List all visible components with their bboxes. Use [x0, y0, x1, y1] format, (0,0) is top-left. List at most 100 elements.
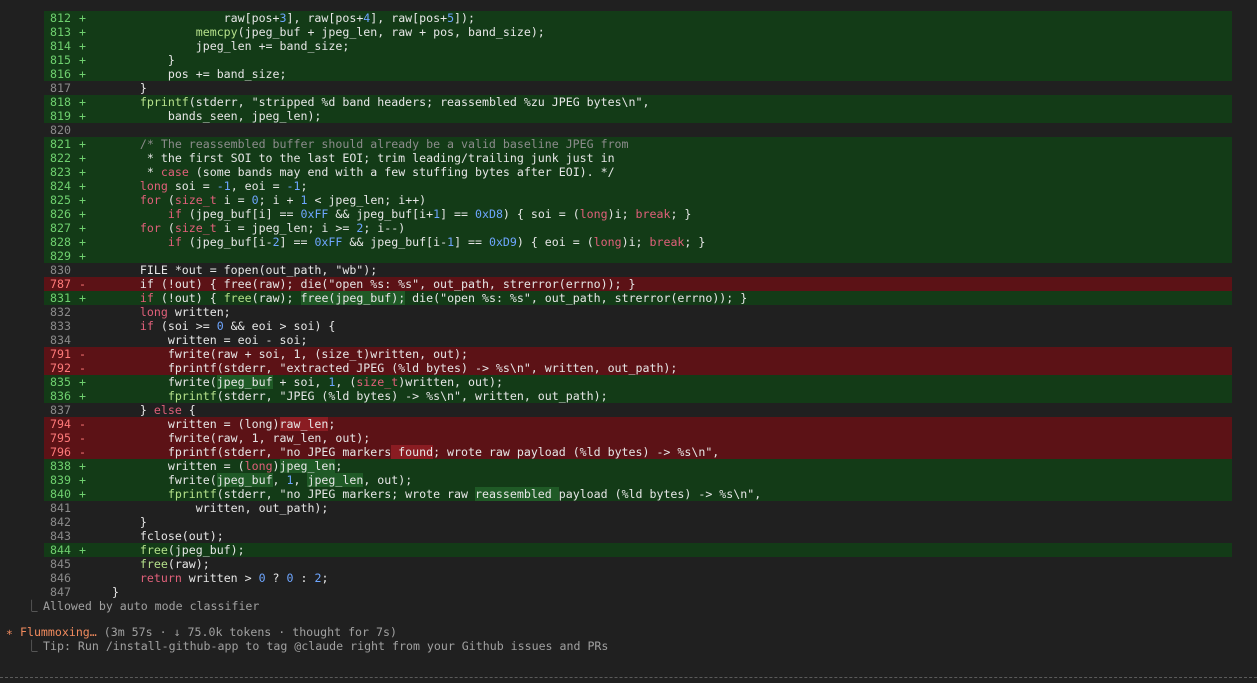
- code-token: )i;: [607, 207, 636, 221]
- diff-sign: +: [79, 151, 86, 165]
- line-number: 837: [50, 403, 71, 417]
- code-text: written = eoi - soi;: [99, 333, 1232, 347]
- code-token: size_t: [356, 375, 399, 389]
- code-text: }: [99, 81, 1232, 95]
- code-token: (stderr, "no JPEG markers; wrote raw: [216, 487, 475, 501]
- diff-sign: +: [79, 109, 86, 123]
- code-token: if: [167, 207, 182, 221]
- code-token: fprintf: [167, 389, 217, 403]
- code-text: raw[pos+3], raw[pos+4], raw[pos+5]);: [99, 11, 1232, 25]
- code-token: written, out_path);: [112, 501, 329, 515]
- input-divider: [0, 677, 1257, 679]
- code-text: fwrite(raw + soi, 1, (size_t)written, ou…: [99, 347, 1232, 361]
- code-text: fprintf(stderr, "JPEG (%ld bytes) -> %s\…: [99, 389, 1232, 403]
- code-token: && jpeg_buf[i+: [328, 207, 434, 221]
- code-token: 1: [300, 193, 308, 207]
- code-token: }: [112, 515, 147, 529]
- code-token: ; }: [684, 235, 706, 249]
- code-text: fwrite(jpeg_buf + soi, 1, (size_t)writte…: [99, 375, 1232, 389]
- code-text: pos += band_size;: [99, 67, 1232, 81]
- diff-sign: +: [79, 193, 86, 207]
- code-token: }: [112, 403, 154, 417]
- diff-line-added: 828 + if (jpeg_buf[i-2] == 0xFF && jpeg_b…: [44, 235, 1232, 249]
- code-text: return written > 0 ? 0 : 2;: [99, 571, 1232, 585]
- code-token: * the first SOI to the last EOI; trim le…: [112, 151, 615, 165]
- code-token: written >: [181, 571, 259, 585]
- code-token: bands_seen, jpeg_len);: [112, 109, 322, 123]
- code-token: ;: [300, 179, 308, 193]
- code-token: ], raw[pos+: [286, 11, 364, 25]
- line-number: 845: [50, 557, 71, 571]
- code-text: free(raw);: [99, 557, 1232, 571]
- code-token: jpeg_len += band_size;: [112, 39, 350, 53]
- code-text: if (jpeg_buf[i-2] == 0xFF && jpeg_buf[i-…: [99, 235, 1232, 249]
- diff-line-added: 831 + if (!out) { free(raw); free(jpeg_bu…: [44, 291, 1232, 305]
- diff-sign: [71, 557, 99, 571]
- tree-branch-icon: ⎿: [26, 639, 38, 653]
- code-token: (some bands may end with a few stuffing …: [188, 165, 615, 179]
- code-token: 0: [251, 193, 259, 207]
- permission-text: Allowed by auto mode classifier: [43, 599, 260, 613]
- diff-line-added: 827 + for (size_t i = jpeg_len; i >= 2; i…: [44, 221, 1232, 235]
- code-token: long: [244, 459, 273, 473]
- code-token: case: [160, 165, 189, 179]
- diff-line-added: 835 + fwrite(jpeg_buf + soi, 1, (size_t)w…: [44, 375, 1232, 389]
- code-token: fprintf: [167, 487, 217, 501]
- diff-line-removed: 787- if (!out) { free(raw); die("open %s…: [44, 277, 1232, 291]
- diff-sign: +: [79, 389, 86, 403]
- code-token: ], raw[pos+: [370, 11, 448, 25]
- diff-line-added: 813 + memcpy(jpeg_buf + jpeg_len, raw + p…: [44, 25, 1232, 39]
- code-token: ;: [335, 459, 343, 473]
- diff-sign: +: [79, 179, 86, 193]
- diff-sign: +: [79, 543, 86, 557]
- code-token: )i;: [621, 235, 650, 249]
- code-token: 0: [286, 571, 294, 585]
- tip-text: Tip: Run /install-github-app to tag @cla…: [43, 639, 609, 653]
- diff-sign: +: [79, 487, 86, 501]
- line-number: 832: [50, 305, 71, 319]
- code-token: fprintf: [139, 95, 189, 109]
- line-number: 838: [50, 459, 71, 473]
- code-token: (: [160, 221, 175, 235]
- code-text: /* The reassembled buffer should already…: [99, 137, 1232, 151]
- code-token: ?: [265, 571, 287, 585]
- code-token: found: [391, 445, 434, 459]
- diff-line-removed: 791- fwrite(raw + soi, 1, (size_t)writte…: [44, 347, 1232, 361]
- diff-sign: +: [79, 249, 86, 263]
- code-token: return: [139, 571, 182, 585]
- code-token: -1: [286, 179, 301, 193]
- diff-line-context: 820: [44, 123, 1232, 137]
- diff-sign: -: [79, 277, 86, 291]
- code-token: 0: [216, 319, 224, 333]
- code-token: }: [112, 81, 147, 95]
- code-token: if (!out) { free(raw); die("open %s: %s"…: [112, 277, 636, 291]
- permission-note: ⎿ Allowed by auto mode classifier: [0, 599, 259, 613]
- line-number: 836: [50, 389, 71, 403]
- code-token: free(jpeg_buf);: [300, 291, 406, 305]
- code-text: * case (some bands may end with a few st…: [99, 165, 1232, 179]
- code-token: (stderr, "stripped %d band headers; reas…: [188, 95, 650, 109]
- code-text: fprintf(stderr, "no JPEG markers found; …: [99, 445, 1232, 459]
- line-number: 815: [50, 53, 71, 67]
- code-text: }: [99, 53, 1232, 67]
- code-token: *: [112, 165, 161, 179]
- diff-line-added: 826 + if (jpeg_buf[i] == 0xFF && jpeg_buf…: [44, 207, 1232, 221]
- code-token: 2: [272, 235, 280, 249]
- diff-sign: +: [79, 375, 86, 389]
- line-number: 834: [50, 333, 71, 347]
- diff-sign: +: [79, 207, 86, 221]
- code-token: soi =: [167, 179, 217, 193]
- diff-view: 812 + raw[pos+3], raw[pos+4], raw[pos+5])…: [44, 11, 1232, 599]
- progress-line: ∗ Flummoxing… (3m 57s · ↓ 75.0k tokens ·…: [0, 625, 397, 639]
- code-text: for (size_t i = jpeg_len; i >= 2; i--): [99, 221, 1232, 235]
- line-number: 794: [50, 417, 71, 431]
- code-text: free(jpeg_buf);: [99, 543, 1232, 557]
- code-text: if (jpeg_buf[i] == 0xFF && jpeg_buf[i+1]…: [99, 207, 1232, 221]
- line-number: 828: [50, 235, 71, 249]
- code-token: written = eoi - soi;: [112, 333, 308, 347]
- code-token: written = (: [112, 459, 245, 473]
- diff-line-added: 821 + /* The reassembled buffer should al…: [44, 137, 1232, 151]
